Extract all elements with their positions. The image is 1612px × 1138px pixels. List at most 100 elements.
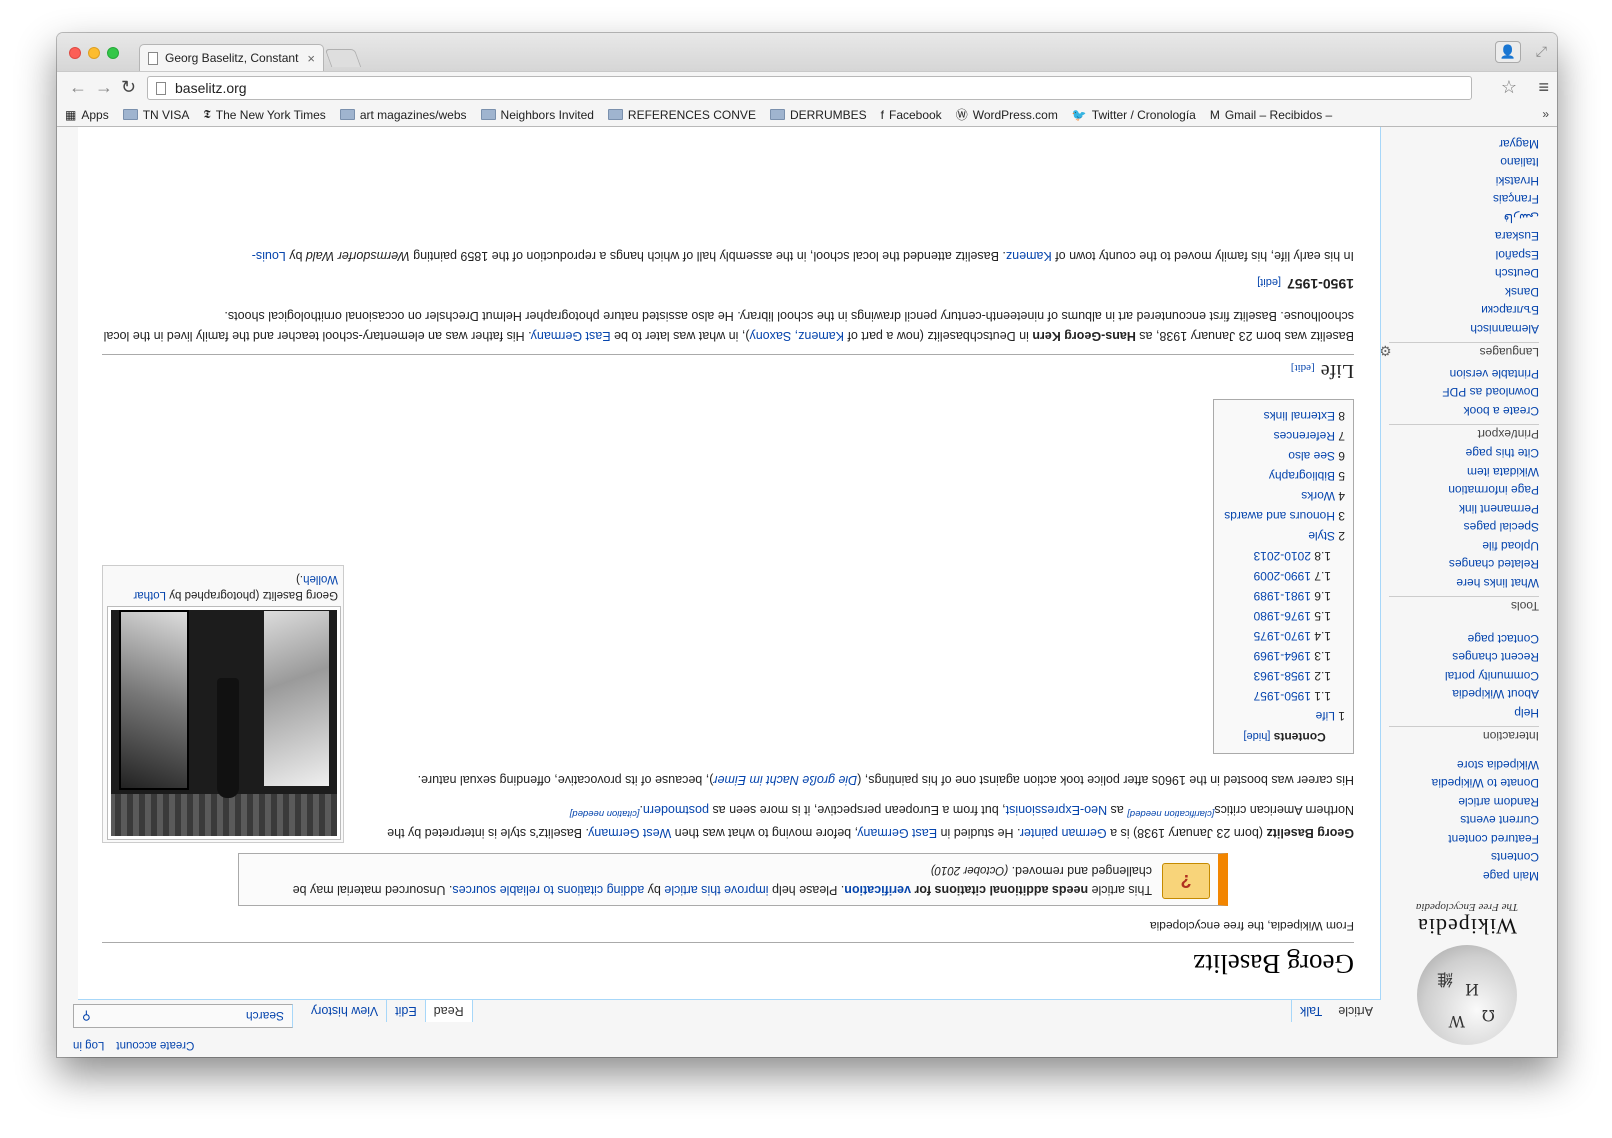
postmodern-link[interactable]: postmodern — [643, 803, 709, 817]
toc-item[interactable]: 4 Works — [1224, 486, 1345, 506]
bookmark-item[interactable]: DERRUMBES — [769, 108, 867, 122]
german-painter-link[interactable]: German painter — [1020, 826, 1106, 840]
sidebar-link[interactable]: Upload file — [1389, 537, 1539, 556]
sidebar-link[interactable]: Magyar — [1389, 135, 1539, 154]
toc-item[interactable]: 2 Style — [1224, 526, 1345, 546]
east-germany-link[interactable]: East Germany — [532, 329, 611, 343]
bookmarks-overflow-icon[interactable]: » — [1542, 107, 1549, 121]
west-germany-link[interactable]: West Germany — [589, 826, 671, 840]
toc-item[interactable]: 1.7 1990-2009 — [1224, 566, 1345, 586]
toc-item[interactable]: 5 Bibliography — [1224, 466, 1345, 486]
sidebar-link[interactable]: Donate to Wikipedia — [1389, 774, 1539, 793]
sidebar-link[interactable]: فارسی — [1389, 209, 1539, 228]
toc-item[interactable]: 1.4 1970-1975 — [1224, 626, 1345, 646]
toc-item[interactable]: 7 References — [1224, 426, 1345, 446]
bookmark-item[interactable]: REFERENCES CONVE — [607, 108, 756, 122]
toc-hide-toggle[interactable]: [hide] — [1243, 730, 1270, 742]
toc-item[interactable]: 1 Life — [1224, 706, 1345, 726]
sidebar-link[interactable]: Help — [1389, 704, 1539, 723]
sidebar-link[interactable]: Current events — [1389, 811, 1539, 830]
sidebar-link[interactable]: Français — [1389, 190, 1539, 209]
fullscreen-icon[interactable]: ⤢ — [1536, 43, 1547, 60]
sidebar-link[interactable]: Dansk — [1389, 283, 1539, 302]
reload-icon[interactable]: ↻ — [121, 77, 136, 98]
clarification-needed-tag[interactable]: [clarification needed] — [1127, 808, 1214, 819]
sidebar-link[interactable]: Български — [1389, 301, 1539, 320]
close-window-button[interactable] — [69, 47, 81, 59]
toc-item[interactable]: 1.3 1964-1969 — [1224, 646, 1345, 666]
sidebar-link[interactable]: Main page — [1389, 867, 1539, 886]
tab-close-icon[interactable]: × — [307, 51, 315, 66]
bookmark-item[interactable]: Ⓦ WordPress.com — [956, 106, 1058, 123]
edit-section-link[interactable]: [edit] — [1257, 276, 1281, 288]
new-tab-button[interactable] — [324, 49, 362, 67]
bookmark-item[interactable]: 𝕿 The New York Times — [203, 107, 325, 122]
bookmark-item[interactable]: Neighbors Invited — [480, 108, 594, 122]
baselitz-photo[interactable] — [107, 606, 341, 840]
edit-section-link[interactable]: [edit] — [1291, 362, 1315, 374]
tab-article[interactable]: Article — [1330, 1000, 1381, 1022]
sidebar-link[interactable]: Related changes — [1389, 555, 1539, 574]
tab-talk[interactable]: Talk — [1291, 1000, 1331, 1022]
sidebar-link[interactable]: Wikipedia store — [1389, 756, 1539, 775]
sidebar-link[interactable]: Contact page — [1389, 630, 1539, 649]
minimize-window-button[interactable] — [88, 47, 100, 59]
toc-item[interactable]: 1.6 1981-1989 — [1224, 586, 1345, 606]
profile-icon[interactable]: 👤 — [1495, 41, 1521, 63]
sidebar-link[interactable]: Español — [1389, 246, 1539, 265]
tab-edit[interactable]: Edit — [387, 1000, 426, 1022]
toc-item[interactable]: 8 External links — [1224, 406, 1345, 426]
bookmark-item[interactable]: TN VISA — [122, 108, 189, 122]
sidebar-link[interactable]: Cite this page — [1389, 444, 1539, 463]
louis-link[interactable]: Louis- — [252, 249, 286, 263]
sidebar-link[interactable]: Featured content — [1389, 830, 1539, 849]
bookmark-star-icon[interactable]: ☆ — [1501, 77, 1517, 98]
sidebar-link[interactable]: Download as PDF — [1389, 383, 1539, 402]
log-in-link[interactable]: Log in — [73, 1039, 104, 1051]
forward-icon[interactable]: → — [95, 77, 113, 98]
wikipedia-logo[interactable]: ΩW И維 Wikipedia The Free Encyclopedia — [1407, 901, 1527, 1045]
search-input[interactable]: Search ⚲ — [73, 1004, 293, 1028]
adding-citations-link[interactable]: adding citations to reliable sources — [452, 883, 644, 897]
sidebar-link[interactable]: Recent changes — [1389, 648, 1539, 667]
sidebar-link[interactable]: Deutsch — [1389, 264, 1539, 283]
tab-view-history[interactable]: View history — [303, 1000, 388, 1022]
address-bar[interactable]: baselitz.org — [147, 76, 1472, 100]
sidebar-link[interactable]: Special pages — [1389, 518, 1539, 537]
sidebar-link[interactable]: Community portal — [1389, 667, 1539, 686]
sidebar-link[interactable]: Hrvatski — [1389, 172, 1539, 191]
sidebar-link[interactable]: Printable version — [1389, 365, 1539, 384]
back-icon[interactable]: ← — [69, 77, 87, 98]
toc-item[interactable]: 6 See also — [1224, 446, 1345, 466]
improve-article-link[interactable]: improve this article — [664, 883, 768, 897]
verification-link[interactable]: verification — [844, 883, 911, 897]
chrome-menu-icon[interactable]: ≡ — [1538, 77, 1549, 98]
painting-link[interactable]: Die große Nacht im Eimer — [713, 773, 857, 787]
sidebar-link[interactable]: Create a book — [1389, 402, 1539, 421]
browser-tab[interactable]: Georg Baselitz, Constant D × — [139, 44, 324, 71]
sidebar-link[interactable]: Random article — [1389, 793, 1539, 812]
bookmark-item[interactable]: 🐦 Twitter / Cronología — [1072, 108, 1196, 122]
sidebar-link[interactable]: Euskara — [1389, 227, 1539, 246]
toc-item[interactable]: 1.1 1950-1957 — [1224, 686, 1345, 706]
toc-item[interactable]: 1.5 1976-1980 — [1224, 606, 1345, 626]
citation-needed-tag[interactable]: [citation needed] — [570, 808, 640, 819]
east-germany-link[interactable]: East Germany — [858, 826, 937, 840]
sidebar-link[interactable]: Page information — [1389, 481, 1539, 500]
bookmark-item[interactable]: M Gmail – Recibidos – — [1210, 108, 1332, 122]
bookmark-item[interactable]: art magazines/webs — [339, 108, 467, 122]
neo-expressionist-link[interactable]: Neo-Expressionist — [1006, 803, 1107, 817]
toc-item[interactable]: 1.8 2010-2013 — [1224, 546, 1345, 566]
bookmark-item[interactable]: f Facebook — [881, 108, 942, 122]
search-icon[interactable]: ⚲ — [82, 1009, 91, 1023]
sidebar-link[interactable]: Italiano — [1389, 153, 1539, 172]
zoom-window-button[interactable] — [107, 47, 119, 59]
sidebar-link[interactable]: What links here — [1389, 574, 1539, 593]
bookmark-item[interactable]: ▦ Apps — [65, 108, 109, 122]
sidebar-link[interactable]: About Wikipedia — [1389, 685, 1539, 704]
sidebar-link[interactable]: Alemannisch — [1389, 320, 1539, 339]
kamenz-saxony-link[interactable]: Kamenz, Saxony — [750, 329, 845, 343]
sidebar-link[interactable]: Permanent link — [1389, 500, 1539, 519]
tab-read[interactable]: Read — [425, 1000, 473, 1022]
toc-item[interactable]: 3 Honours and awards — [1224, 506, 1345, 526]
